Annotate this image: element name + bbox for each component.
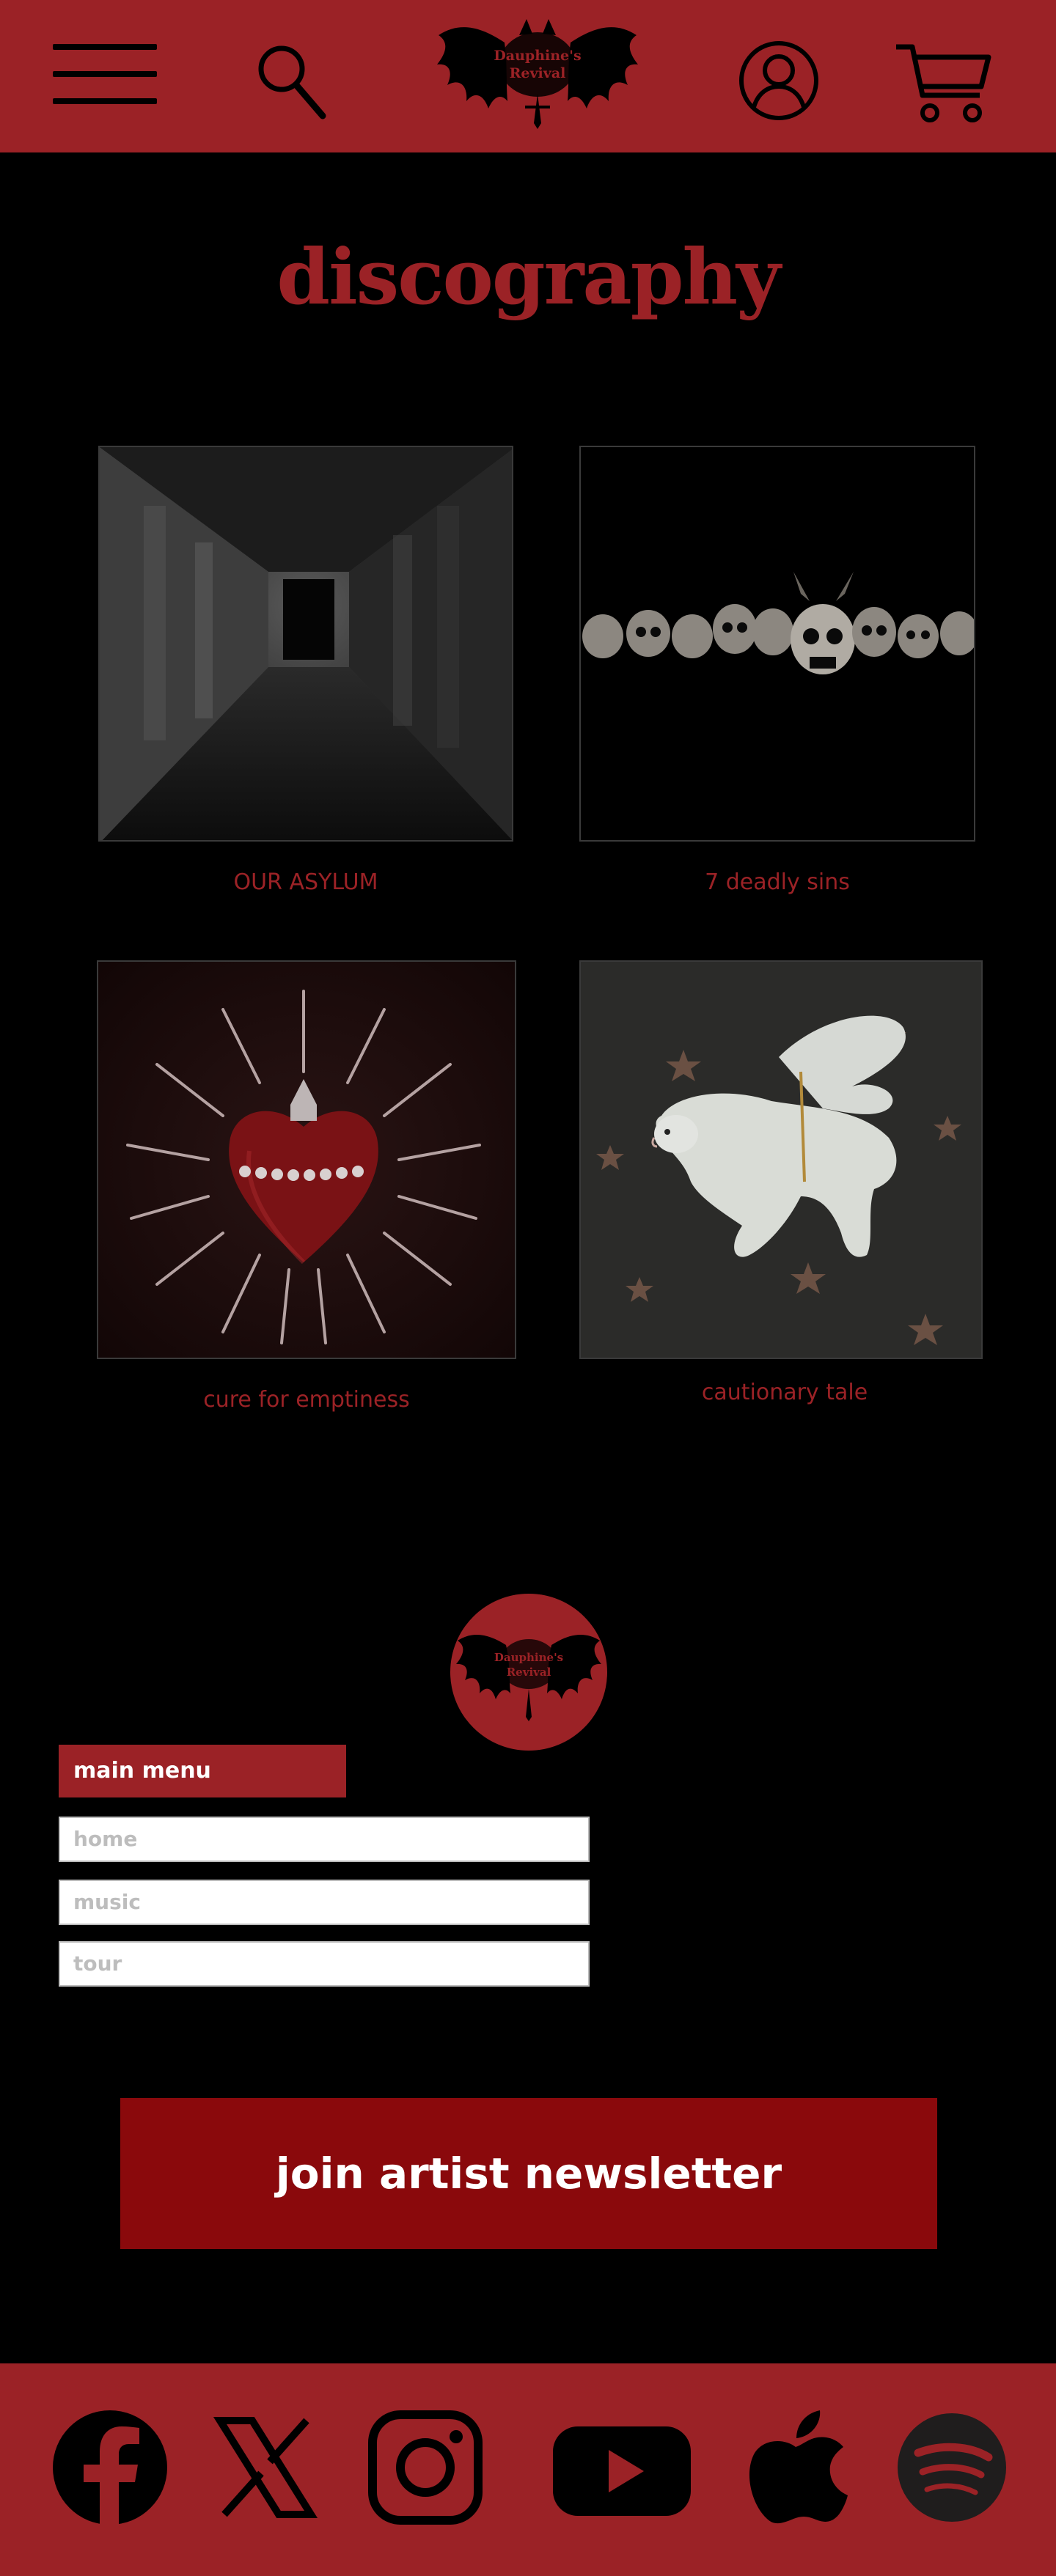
site-header: Dauphine's Revival (0, 0, 1056, 152)
cart-icon[interactable] (893, 41, 993, 126)
album-title-cure-for-emptiness[interactable]: cure for emptiness (97, 1387, 516, 1413)
logo-text-line2: Revival (510, 65, 566, 81)
footer-logo-text-line2: Revival (507, 1666, 551, 1679)
apple-icon[interactable] (741, 2409, 851, 2526)
album-cover-7-deadly-sins[interactable] (579, 446, 975, 842)
page-title: discography (276, 232, 780, 322)
social-bar (0, 2363, 1056, 2576)
menu-item-tour[interactable]: tour (59, 1941, 590, 1987)
youtube-icon[interactable] (550, 2409, 694, 2526)
logo-text-line1: Dauphine's (494, 48, 581, 64)
facebook-icon[interactable] (51, 2409, 169, 2526)
album-title-cautionary-tale[interactable]: cautionary tale (579, 1380, 990, 1405)
x-icon[interactable] (207, 2409, 324, 2526)
album-cover-cautionary-tale[interactable] (579, 960, 983, 1359)
album-cover-our-asylum[interactable] (98, 446, 513, 842)
album-cover-cure-for-emptiness[interactable] (97, 960, 516, 1359)
footer-logo-text-line1: Dauphine's (494, 1651, 563, 1664)
hamburger-menu-icon[interactable] (53, 43, 157, 106)
band-logo[interactable]: Dauphine's Revival (431, 13, 644, 130)
menu-item-music[interactable]: music (59, 1880, 590, 1925)
main-menu-header: main menu (59, 1745, 346, 1797)
album-title-our-asylum[interactable]: OUR ASYLUM (98, 869, 513, 895)
album-title-7-deadly-sins[interactable]: 7 deadly sins (579, 869, 975, 895)
spotify-icon[interactable] (893, 2409, 1011, 2526)
search-icon[interactable] (255, 41, 329, 122)
menu-item-home[interactable]: home (59, 1817, 590, 1862)
account-icon[interactable] (736, 38, 821, 123)
join-newsletter-button[interactable]: join artist newsletter (120, 2098, 937, 2249)
footer-band-logo[interactable]: Dauphine's Revival (447, 1594, 610, 1751)
instagram-icon[interactable] (367, 2409, 484, 2526)
